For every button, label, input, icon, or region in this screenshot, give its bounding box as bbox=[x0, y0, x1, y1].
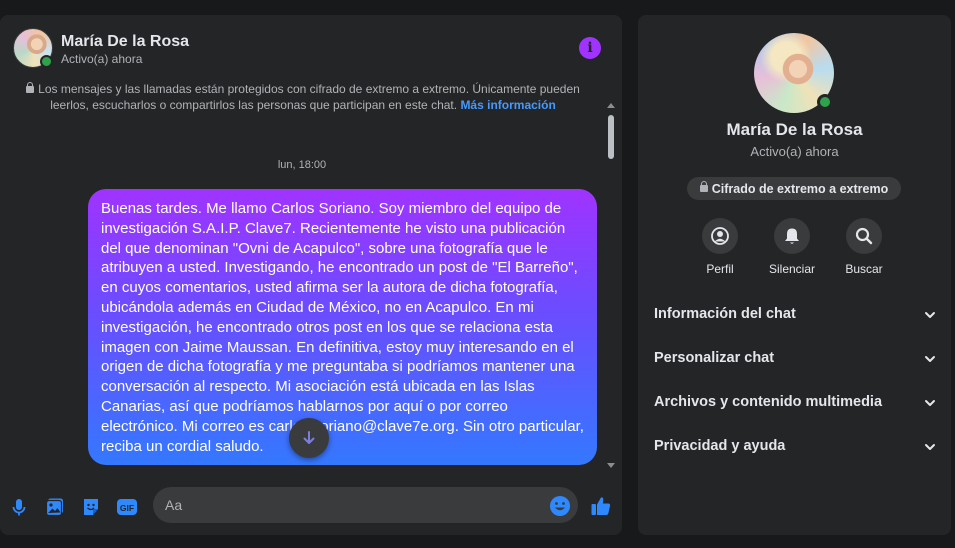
section-customize-chat[interactable]: Personalizar chat bbox=[654, 350, 936, 374]
section-label: Privacidad y ayuda bbox=[654, 438, 786, 454]
chevron-down-icon bbox=[925, 444, 935, 450]
message-text: Buenas tardes. Me llamo Carlos Soriano. … bbox=[101, 200, 584, 455]
profile-action-label: Perfil bbox=[706, 262, 734, 276]
chat-panel: María De la Rosa Activo(a) ahora i Los m… bbox=[0, 15, 622, 535]
profile-name: María De la Rosa bbox=[726, 120, 863, 139]
profile-action[interactable]: Perfil bbox=[690, 218, 750, 276]
mute-action-label: Silenciar bbox=[768, 262, 816, 276]
scroll-up-arrow-icon[interactable] bbox=[607, 103, 615, 108]
sticker-icon[interactable] bbox=[80, 496, 102, 518]
more-info-link[interactable]: Más información bbox=[460, 98, 555, 112]
profile-status: Activo(a) ahora bbox=[750, 144, 839, 159]
encryption-badge-label: Cifrado de extremo a extremo bbox=[711, 181, 889, 196]
message-input[interactable] bbox=[153, 487, 578, 523]
message-timestamp: lun, 18:00 bbox=[277, 159, 327, 171]
chevron-down-icon bbox=[925, 312, 935, 318]
encryption-notice: Los mensajes y las llamadas están proteg… bbox=[20, 81, 586, 113]
lock-icon bbox=[26, 82, 35, 93]
section-privacy-help[interactable]: Privacidad y ayuda bbox=[654, 438, 936, 462]
section-label: Personalizar chat bbox=[654, 350, 775, 366]
gif-icon-label: GIF bbox=[120, 503, 134, 513]
chat-details-panel: María De la Rosa Activo(a) ahora Cifrado… bbox=[638, 15, 951, 535]
microphone-icon[interactable] bbox=[8, 496, 30, 518]
chat-header: María De la Rosa Activo(a) ahora i bbox=[0, 15, 622, 75]
scrollbar-thumb[interactable] bbox=[608, 115, 614, 159]
contact-status: Activo(a) ahora bbox=[61, 52, 143, 66]
lock-icon bbox=[699, 181, 708, 192]
chevron-down-icon bbox=[925, 400, 935, 406]
section-label: Información del chat bbox=[654, 306, 796, 322]
scroll-to-bottom-button[interactable] bbox=[289, 418, 329, 458]
profile-icon[interactable] bbox=[702, 218, 738, 254]
like-icon[interactable] bbox=[589, 494, 613, 518]
mute-action[interactable]: Silenciar bbox=[762, 218, 822, 276]
search-action[interactable]: Buscar bbox=[834, 218, 894, 276]
messenger-app: María De la Rosa Activo(a) ahora i Los m… bbox=[0, 0, 955, 548]
encryption-badge[interactable]: Cifrado de extremo a extremo bbox=[687, 177, 901, 200]
section-chat-info[interactable]: Información del chat bbox=[654, 306, 936, 330]
message-composer: GIF bbox=[0, 482, 622, 532]
emoji-icon[interactable] bbox=[549, 495, 571, 517]
online-status-dot bbox=[817, 94, 833, 110]
scrollbar[interactable] bbox=[604, 113, 616, 467]
scroll-down-arrow-icon[interactable] bbox=[607, 463, 615, 468]
search-icon[interactable] bbox=[846, 218, 882, 254]
section-label: Archivos y contenido multimedia bbox=[654, 394, 883, 410]
online-status-dot bbox=[40, 55, 53, 68]
image-icon[interactable] bbox=[44, 496, 66, 518]
arrow-down-icon bbox=[303, 431, 315, 444]
gif-icon[interactable]: GIF bbox=[116, 496, 138, 518]
section-files-media[interactable]: Archivos y contenido multimedia bbox=[654, 394, 936, 418]
message-bubble[interactable]: Buenas tardes. Me llamo Carlos Soriano. … bbox=[88, 189, 597, 465]
bell-icon[interactable] bbox=[774, 218, 810, 254]
chevron-down-icon bbox=[925, 356, 935, 362]
info-icon[interactable]: i bbox=[579, 37, 601, 59]
contact-name[interactable]: María De la Rosa bbox=[61, 33, 189, 51]
search-action-label: Buscar bbox=[845, 262, 883, 276]
